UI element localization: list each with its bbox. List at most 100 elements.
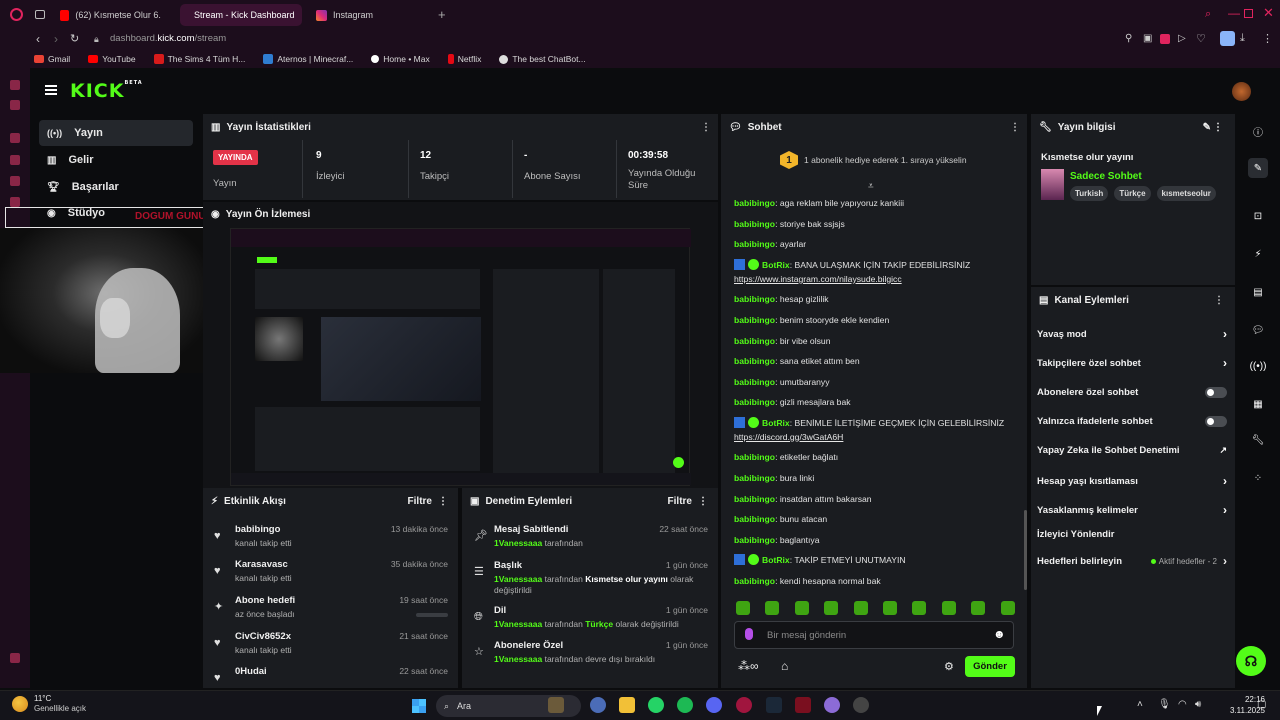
url-field[interactable]: dashboard.kick.com/stream <box>110 33 226 44</box>
shield-icon[interactable] <box>1160 34 1170 44</box>
chat-username[interactable]: babibingo <box>734 397 775 407</box>
emote-icon[interactable] <box>824 601 839 615</box>
chat-username[interactable]: babibingo <box>734 494 775 504</box>
tag-chip[interactable]: Türkçe <box>1114 186 1151 201</box>
whatsapp-app-icon[interactable] <box>648 697 664 713</box>
bookmark-netflix[interactable]: Netflix <box>447 54 481 64</box>
chat-link[interactable]: https://discord.gg/3wGatA6H <box>734 432 843 442</box>
gift-banner[interactable]: 1 1 abonelik hediye ederek 1. sıraya yük… <box>780 151 967 169</box>
broadcast-side-icon[interactable]: ((•)) <box>1248 356 1268 376</box>
emote-icon[interactable] <box>883 601 897 615</box>
github-icon[interactable] <box>853 697 869 713</box>
action-raid[interactable]: İzleyici Yönlendir <box>1037 529 1227 540</box>
heart-outline-icon[interactable]: ♡ <box>1196 32 1206 45</box>
chat-username[interactable]: babibingo <box>734 452 775 462</box>
chat-scroll-down-icon[interactable]: ⩡ <box>868 181 874 192</box>
wifi-icon[interactable]: ◠ <box>1178 699 1187 710</box>
chat-input[interactable]: Bir mesaj gönderin ☻ <box>734 621 1014 649</box>
tab-youtube[interactable]: (62) Kısmetse Olur 6. Haft <box>52 4 172 26</box>
sidebar-item-yayin[interactable]: ((•)) Yayın <box>39 120 193 146</box>
send-button[interactable]: Gönder <box>965 656 1015 677</box>
emote-icon[interactable] <box>853 601 868 615</box>
tool-icon[interactable]: 🔧︎ <box>1248 430 1268 450</box>
chat-username[interactable]: babibingo <box>734 198 775 208</box>
chat-username[interactable]: BotRix <box>762 418 790 428</box>
aria-icon[interactable] <box>10 80 20 90</box>
chat-username[interactable]: babibingo <box>734 356 775 366</box>
edit-icon[interactable]: ✎ <box>1203 122 1211 133</box>
file-explorer-icon[interactable] <box>619 697 635 713</box>
subscribers-only-toggle[interactable] <box>1205 387 1227 398</box>
player-icon[interactable] <box>10 197 20 207</box>
notification-icon[interactable]: ▢ <box>1257 699 1266 710</box>
tab-instagram[interactable]: Instagram <box>308 4 428 26</box>
opera-logo-icon[interactable] <box>10 8 23 21</box>
action-slow-mode[interactable]: Yavaş mod › <box>1037 327 1227 341</box>
messenger-icon[interactable] <box>10 100 20 110</box>
emote-icon[interactable] <box>941 601 956 615</box>
weather-widget[interactable]: 11°C Genellikle açık <box>12 694 86 714</box>
stream-info-menu-icon[interactable]: ⋮ <box>1213 122 1223 133</box>
chat-username[interactable]: babibingo <box>734 336 775 346</box>
pin-icon[interactable]: ⚲ <box>1125 33 1132 44</box>
lightning-icon[interactable]: ⚡︎ <box>1248 244 1268 264</box>
back-icon[interactable]: ‹ <box>36 32 40 46</box>
spotify-icon[interactable] <box>677 697 693 713</box>
activity-menu-icon[interactable]: ⋮ <box>438 496 448 507</box>
hamburger-menu-icon[interactable] <box>45 85 57 95</box>
frame-icon[interactable]: ⊡ <box>1248 206 1268 226</box>
whatsapp-icon[interactable] <box>10 133 20 143</box>
pencil-icon[interactable]: ✎ <box>1248 158 1268 178</box>
chevron-up-icon[interactable]: ˄ <box>1137 699 1143 710</box>
moderation-menu-icon[interactable]: ⋮ <box>698 496 708 507</box>
bookmark-youtube[interactable]: YouTube <box>88 54 136 64</box>
kick-logo[interactable]: KICKBETA <box>70 80 143 102</box>
chat-username[interactable]: BotRix <box>762 260 790 270</box>
bookmark-gmail[interactable]: Gmail <box>34 54 70 64</box>
action-ai-moderation[interactable]: Yapay Zeka ile Sohbet Denetimi ↗ <box>1037 445 1227 456</box>
bookmark-chatbot[interactable]: The best ChatBot... <box>499 54 586 64</box>
chat-username[interactable]: babibingo <box>734 514 775 524</box>
bookmark-sims[interactable]: The Sims 4 Tüm H... <box>153 54 245 64</box>
category-name[interactable]: Sadece Sohbet <box>1070 171 1142 182</box>
extension-icon[interactable]: ▣ <box>1143 33 1152 44</box>
new-tab-button[interactable]: + <box>438 7 446 22</box>
mod-user[interactable]: 1Vanessaaa <box>494 654 542 664</box>
info-icon[interactable]: ⓘ <box>1248 121 1268 141</box>
emote-icon[interactable] <box>794 601 809 615</box>
play-icon[interactable]: ▷ <box>1178 33 1186 44</box>
forward-icon[interactable]: › <box>54 32 58 46</box>
apps-icon[interactable]: ⁘ <box>1248 468 1268 488</box>
emote-icon[interactable] <box>971 601 986 615</box>
steam-icon[interactable] <box>766 697 782 713</box>
chat-username[interactable]: babibingo <box>734 535 775 545</box>
moderation-filter-button[interactable]: Filtre <box>668 496 692 507</box>
widget-icon[interactable] <box>548 697 564 713</box>
close-window-button[interactable]: ✕ <box>1263 5 1274 21</box>
mod-user[interactable]: 1Vanessaaa <box>494 538 542 548</box>
action-goals[interactable]: Hedefleri belirleyin Aktif hedefler - 2 … <box>1037 554 1227 568</box>
emoji-icon[interactable]: ☻ <box>993 627 1006 641</box>
chat-username[interactable]: babibingo <box>734 219 775 229</box>
action-account-age[interactable]: Hesap yaşı kısıtlaması › <box>1037 474 1227 488</box>
tiktok-icon[interactable] <box>10 176 20 186</box>
help-chat-button[interactable]: ☊ <box>1236 646 1266 676</box>
sidebar-item-gelir[interactable]: ▥ Gelir <box>39 147 193 173</box>
stats-menu-icon[interactable]: ⋮ <box>701 122 711 133</box>
chat-link[interactable]: https://www.instagram.com/nilaysude.bilg… <box>734 274 902 284</box>
action-emotes-only[interactable]: Yalnızca ifadelerle sohbet <box>1037 416 1227 427</box>
chat-scrollbar[interactable] <box>1024 510 1027 590</box>
chat-username[interactable]: babibingo <box>734 473 775 483</box>
browser-menu-icon[interactable]: ⋮ <box>1262 32 1273 45</box>
emote-icon[interactable] <box>1000 601 1015 615</box>
action-subscribers-only[interactable]: Abonelere özel sohbet <box>1037 387 1227 398</box>
chat-side-icon[interactable]: 💬︎ <box>1248 320 1268 340</box>
chat-username[interactable]: BotRix <box>762 555 790 565</box>
emotes-only-toggle[interactable] <box>1205 416 1227 427</box>
mic-tray-icon[interactable]: 🎙︎ <box>1158 699 1171 710</box>
minimize-button[interactable]: — <box>1228 6 1240 20</box>
emote-icon[interactable] <box>736 601 750 615</box>
discord-icon[interactable] <box>706 697 722 713</box>
tag-chip[interactable]: kısmetseolur <box>1156 186 1216 201</box>
opera-app-icon[interactable] <box>736 697 752 713</box>
